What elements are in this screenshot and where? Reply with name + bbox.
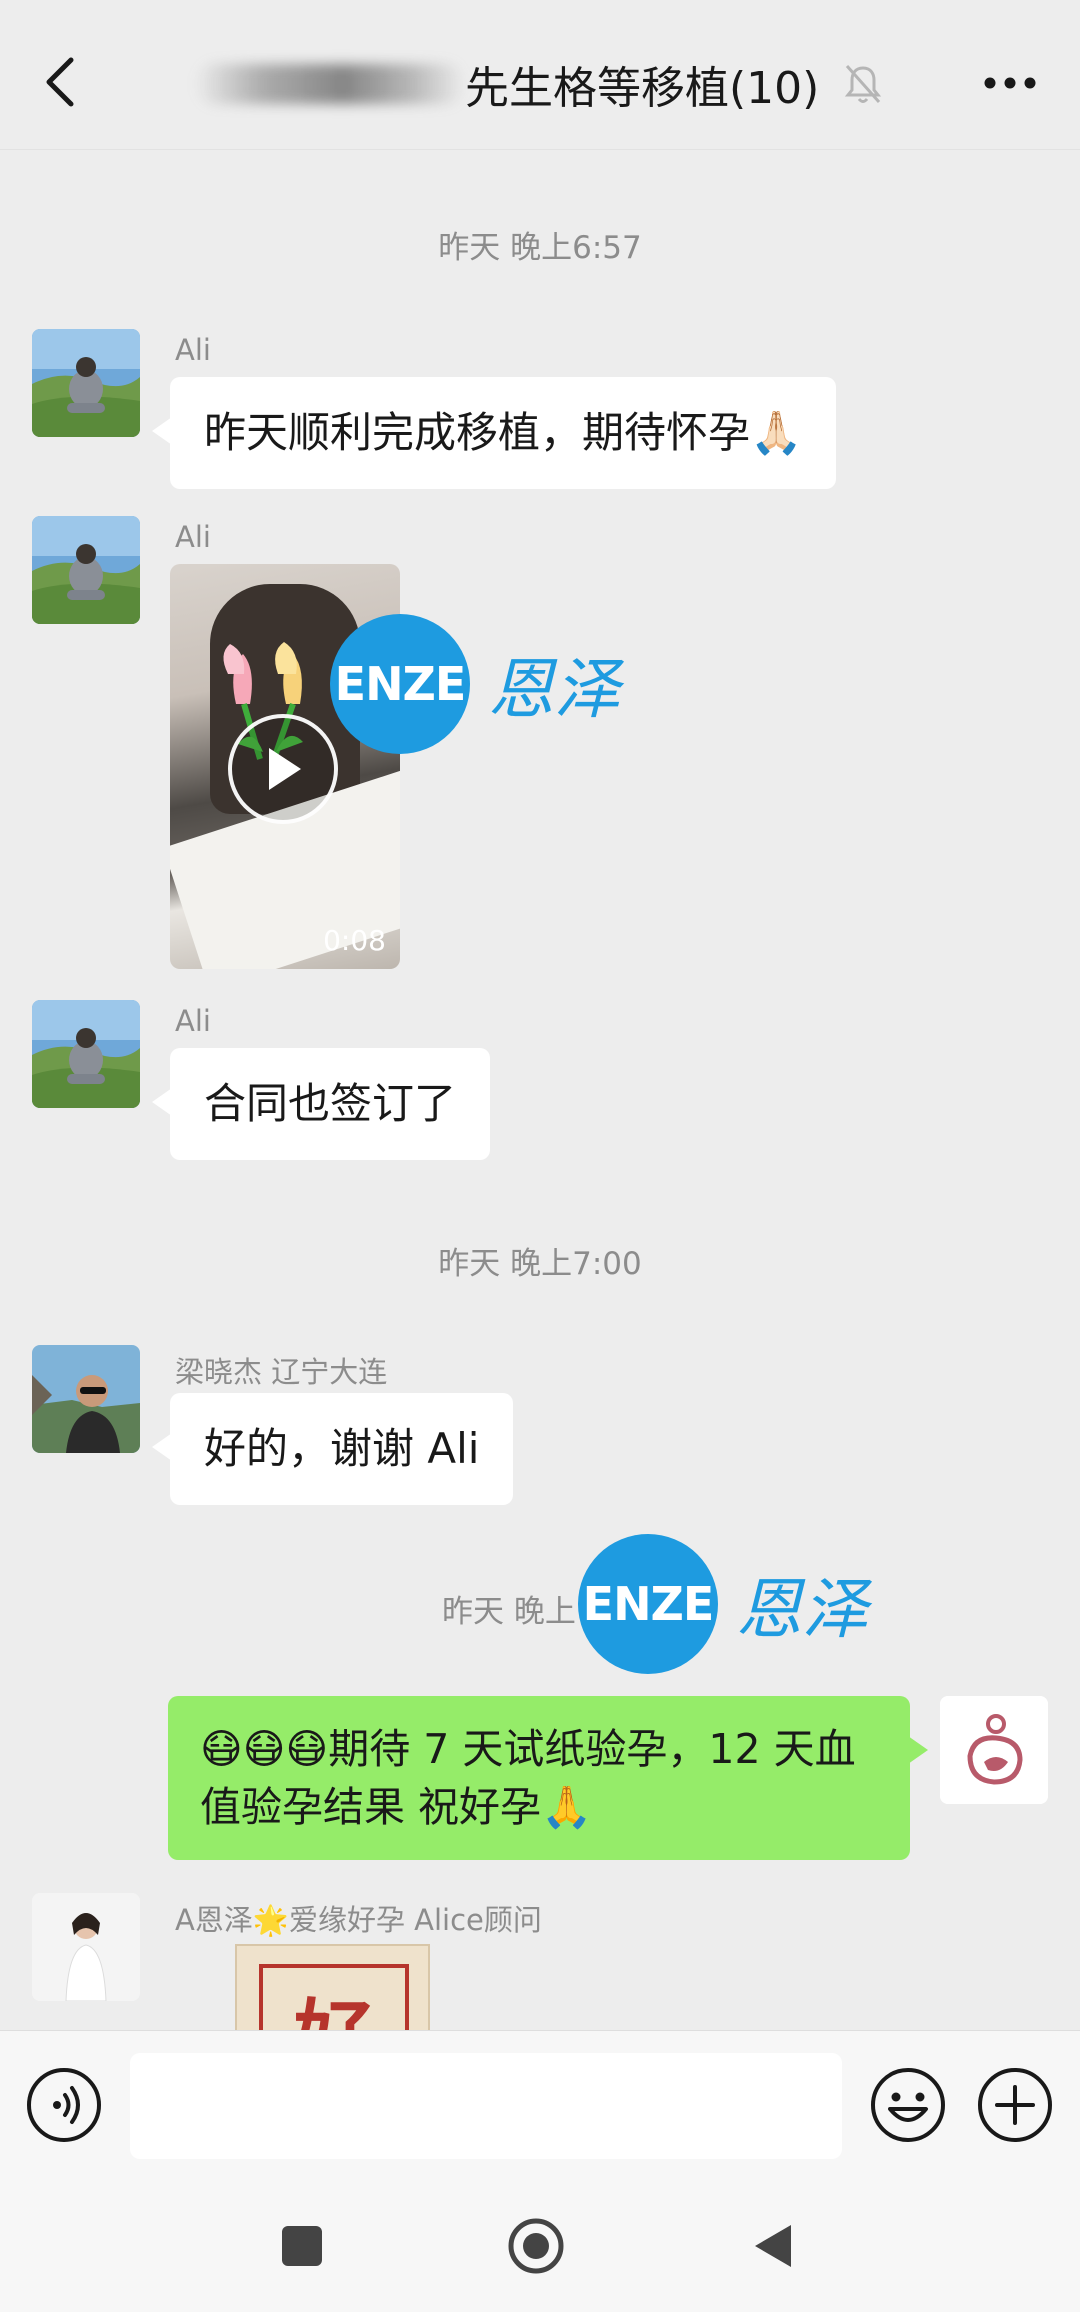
- video-message[interactable]: 0:08: [170, 564, 400, 969]
- chat-message-list[interactable]: 昨天 晚上6:57 Ali 昨天顺利完成移植，期待怀孕🙏🏻 Ali 0:08 E…: [0, 150, 1080, 2030]
- sender-name: Ali: [175, 1004, 211, 1038]
- timestamp: 昨天 晚上7:00: [438, 1246, 642, 1282]
- sender-name: A恩泽🌟爱缘好孕 Alice顾问: [175, 1903, 542, 1937]
- sender-name: Ali: [175, 520, 211, 554]
- voice-input-button[interactable]: [24, 2065, 104, 2145]
- triangle-back-icon: [755, 2225, 791, 2267]
- more-dots-icon: [984, 77, 1036, 89]
- message-bubble[interactable]: 合同也签订了: [151, 1048, 491, 1160]
- input-bar: [0, 2030, 1080, 2180]
- enze-cn-text: 恩泽: [488, 651, 620, 728]
- square-icon: [282, 2226, 322, 2266]
- chevron-left-icon: [46, 57, 74, 107]
- sender-name: 梁晓杰 辽宁大连: [175, 1355, 388, 1389]
- avatar[interactable]: [32, 516, 140, 624]
- recent-apps-button[interactable]: [270, 2214, 334, 2278]
- emoji-button[interactable]: [868, 2065, 948, 2145]
- mute-bell-icon: [843, 62, 883, 106]
- enze-logo-circle: ENZE: [578, 1534, 718, 1674]
- avatar[interactable]: [32, 1000, 140, 1108]
- voice-icon: [27, 2068, 101, 2142]
- chat-title-area[interactable]: 先生格等移植(10): [195, 52, 883, 116]
- avatar[interactable]: [32, 1345, 140, 1453]
- back-button[interactable]: [30, 42, 90, 122]
- home-button[interactable]: [504, 2214, 568, 2278]
- sender-name: Ali: [175, 333, 211, 367]
- smiley-icon: [871, 2068, 945, 2142]
- message-bubble[interactable]: 昨天顺利完成移植，期待怀孕🙏🏻: [151, 377, 837, 489]
- system-nav-bar: [0, 2180, 1080, 2312]
- my-message-bubble[interactable]: 😷😷😷期待 7 天试纸验孕，12 天血值验孕结果 祝好孕🙏: [168, 1696, 928, 1860]
- more-actions-button[interactable]: [975, 2065, 1055, 2145]
- sticker-text: 好: [259, 1964, 409, 2030]
- chat-header: 先生格等移植(10): [0, 0, 1080, 150]
- avatar[interactable]: [32, 1893, 140, 2001]
- enze-watermark: ENZE 恩泽: [578, 1534, 868, 1674]
- timestamp: 昨天 晚上6:57: [438, 230, 642, 266]
- play-icon: [269, 748, 301, 790]
- plus-circle-icon: [978, 2068, 1052, 2142]
- sticker-message[interactable]: 好: [235, 1944, 430, 2030]
- more-options-button[interactable]: [970, 55, 1050, 111]
- home-circle-icon: [508, 2218, 564, 2274]
- back-nav-button[interactable]: [740, 2214, 804, 2278]
- blurred-name: [195, 64, 465, 104]
- message-input[interactable]: [130, 2053, 842, 2159]
- avatar[interactable]: [32, 329, 140, 437]
- play-button[interactable]: [228, 714, 338, 824]
- my-avatar[interactable]: [940, 1696, 1048, 1804]
- page-title: 先生格等移植(10): [465, 63, 820, 114]
- video-duration: 0:08: [323, 924, 386, 957]
- enze-cn-text: 恩泽: [736, 1571, 868, 1648]
- message-bubble[interactable]: 好的，谢谢 Ali: [151, 1393, 514, 1505]
- timestamp: 昨天 晚上: [442, 1594, 576, 1630]
